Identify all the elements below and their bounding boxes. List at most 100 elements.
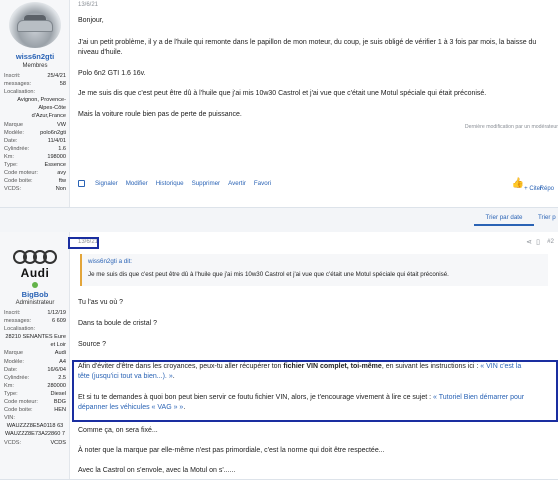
- post-paragraph: À noter que la marque par elle-même n'es…: [78, 447, 385, 454]
- info-row: Date: 11/4/01: [4, 137, 66, 145]
- info-value: Audi: [54, 350, 66, 357]
- info-row: VCDS: Non: [4, 185, 66, 193]
- post-2: Audi BigBob Administrateur Inscrit: 1/12/…: [0, 232, 558, 480]
- info-value: A4: [59, 358, 66, 365]
- quote-text: Je me suis dis que c'est peut être dû à …: [88, 271, 449, 278]
- info-value: Diesel: [50, 390, 66, 397]
- info-key: Code boite:: [4, 407, 33, 414]
- info-row: Cylindrée: 2.5: [4, 374, 66, 382]
- info-key: Localisation:: [4, 326, 36, 333]
- audi-wordmark: Audi: [20, 266, 50, 280]
- info-row: Km: 280000: [4, 382, 66, 390]
- info-value: WAUZZZ8E73A22860 7: [4, 431, 66, 438]
- post-actions: Signaler Modifier Historique Supprimer A…: [78, 180, 271, 187]
- info-value: 6 609: [52, 318, 66, 325]
- select-checkbox[interactable]: [78, 180, 85, 187]
- info-row: Date: 16/6/04: [4, 366, 66, 374]
- info-value: Avignon, Provence-Alpes-Côte d'Azur,Fran…: [17, 97, 66, 120]
- warn-link[interactable]: Avertir: [228, 180, 246, 187]
- edit-link[interactable]: Modifier: [126, 180, 148, 187]
- quote-header[interactable]: wiss6n2gti a dit:: [88, 258, 132, 265]
- audi-rings-logo[interactable]: [13, 250, 57, 264]
- post-paragraph: J'ai un petit problème, il y a de l'huil…: [78, 39, 537, 46]
- info-value: 1.6: [58, 145, 66, 152]
- post-date[interactable]: 13/6/21: [78, 2, 98, 8]
- info-key: Modèle:: [4, 129, 24, 136]
- info-key: Code boite:: [4, 178, 33, 185]
- info-value: 25/4/21: [47, 73, 66, 79]
- info-row: Code moteur: BDG: [4, 398, 66, 406]
- info-value: VCDS: [50, 439, 66, 446]
- info-value: 16/6/04: [47, 366, 66, 373]
- avatar[interactable]: [9, 2, 61, 48]
- info-value: Essence: [44, 162, 66, 169]
- info-key: Date:: [4, 137, 18, 144]
- post-paragraph: Comme ça, on sera fixé...: [78, 427, 158, 434]
- info-value: Non: [55, 186, 66, 193]
- post-1: wiss6n2gti Membres Inscrit: 25/4/21 messa…: [0, 0, 558, 208]
- info-value: WAUZZZ8E5A0118 63: [6, 423, 64, 430]
- post-paragraph: Bonjour,: [78, 17, 104, 24]
- info-row: Code moteur: avy: [4, 169, 66, 177]
- info-value: 28210 SENANTES Eure et Loir: [5, 334, 66, 349]
- info-row: VIN: WAUZZZ8E5A0118 63: [4, 414, 66, 430]
- info-value: VW: [56, 121, 66, 128]
- info-key: Type:: [4, 390, 18, 397]
- info-key: VIN:: [4, 415, 15, 422]
- tab-sort-date[interactable]: Trier par date: [474, 212, 534, 226]
- user-role: Membres: [22, 63, 48, 69]
- vin-request-highlight-box: [72, 360, 558, 422]
- info-key: messages:: [4, 318, 32, 325]
- info-key: Marque: [4, 350, 23, 357]
- car-body-shape: [17, 20, 53, 32]
- info-row: messages: 58: [4, 80, 66, 88]
- post-paragraph: Dans ta boule de cristal ?: [78, 320, 157, 327]
- username[interactable]: wiss6n2gti: [0, 52, 70, 61]
- post-2-user-panel: Audi BigBob Administrateur Inscrit: 1/12/…: [0, 232, 70, 479]
- info-value: BDG: [53, 399, 66, 406]
- info-row: Code boite: ftw: [4, 177, 66, 185]
- info-key: Cylindrée:: [4, 374, 30, 381]
- info-key: Inscrit:: [4, 310, 21, 316]
- reply-button[interactable]: Répo: [540, 186, 554, 192]
- info-key: Type:: [4, 162, 18, 169]
- delete-link[interactable]: Supprimer: [192, 180, 221, 187]
- post-paragraph: niveau d'huile.: [78, 49, 123, 56]
- post-1-user-panel: wiss6n2gti Membres Inscrit: 25/4/21 messa…: [0, 0, 70, 207]
- info-value: 58: [59, 81, 66, 88]
- info-key: VCDS:: [4, 439, 22, 446]
- like-thumb-icon[interactable]: 👍: [512, 178, 524, 189]
- info-key: Inscrit:: [4, 73, 21, 79]
- info-row: Type: Diesel: [4, 390, 66, 398]
- last-modified-note[interactable]: Dernière modification par un modérateur: [465, 124, 558, 130]
- info-row: Km: 198000: [4, 153, 66, 161]
- info-row: WAUZZZ8E73A22860 7: [4, 430, 66, 438]
- history-link[interactable]: Historique: [156, 180, 184, 187]
- post-paragraph: Tu l'as vu où ?: [78, 299, 124, 306]
- info-key: Code moteur:: [4, 170, 38, 177]
- info-key: Code moteur:: [4, 399, 38, 406]
- bookmark-icon[interactable]: ▯: [536, 238, 540, 246]
- info-row: VCDS: VCDS: [4, 439, 66, 447]
- post-paragraph: Je me suis dis que c'est peut être dû à …: [78, 90, 487, 97]
- report-link[interactable]: Signaler: [95, 180, 118, 187]
- share-icon[interactable]: ⋖: [526, 238, 532, 246]
- info-value: 11/4/01: [47, 137, 66, 144]
- info-key: Marque: [4, 121, 23, 128]
- post-paragraph: Mais la voiture roule bien pas de perte …: [78, 111, 242, 118]
- post-number[interactable]: #2: [547, 238, 554, 245]
- info-value: 198000: [47, 153, 66, 160]
- info-row: Type: Essence: [4, 161, 66, 169]
- date-highlight-box: [68, 237, 99, 249]
- info-key: Cylindrée:: [4, 145, 30, 152]
- info-key: Km:: [4, 153, 14, 160]
- ring-shape: [43, 250, 57, 264]
- info-value: polo6n2gti: [40, 129, 66, 136]
- tab-sort-other[interactable]: Trier p: [538, 212, 558, 226]
- info-row: Code boite: HEN: [4, 406, 66, 414]
- bookmark-link[interactable]: Favori: [254, 180, 271, 187]
- username[interactable]: BigBob: [0, 290, 70, 299]
- post-1-content: 13/6/21 Bonjour, J'ai un petit problème,…: [74, 0, 558, 207]
- quote-block: wiss6n2gti a dit: Je me suis dis que c'e…: [80, 254, 548, 286]
- online-status-icon: [32, 282, 38, 288]
